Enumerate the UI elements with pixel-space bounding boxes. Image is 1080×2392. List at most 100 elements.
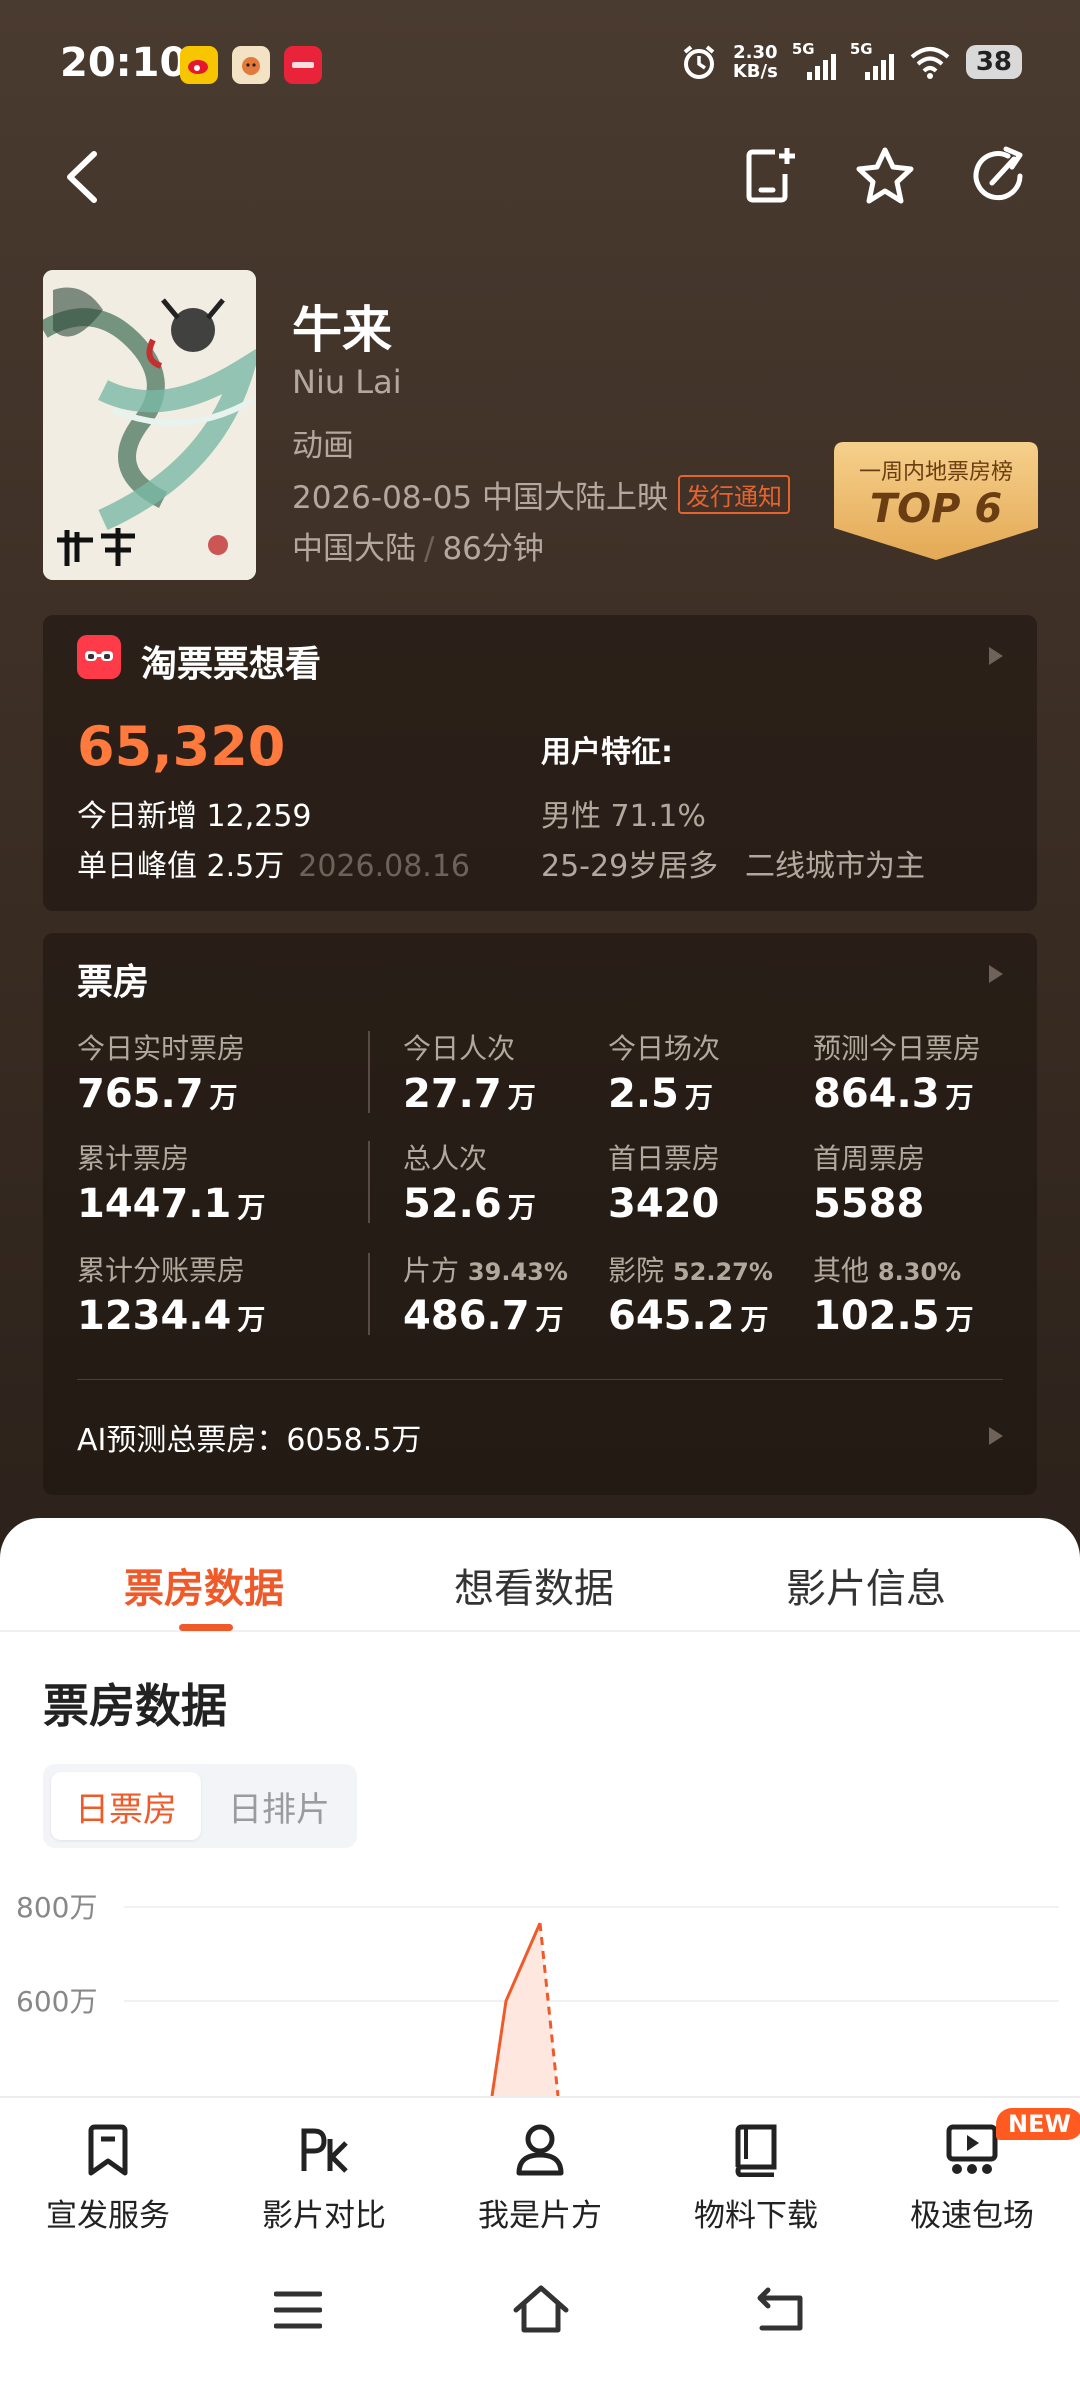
movie-english-title: Niu Lai xyxy=(292,363,402,401)
play-arrow-icon xyxy=(989,1427,1003,1445)
bo-split-cumulative: 累计分账票房 1234.4 万 xyxy=(77,1254,266,1339)
bo-cumulative: 累计票房 1447.1 万 xyxy=(77,1142,266,1227)
chevron-left-icon xyxy=(67,151,97,203)
return-icon xyxy=(757,2287,803,2331)
back-nav-button[interactable] xyxy=(756,2286,806,2336)
material-download-button[interactable]: 物料下载 xyxy=(666,2120,846,2235)
movie-release: 2026-08-05 中国大陆上映 发行通知 xyxy=(292,472,791,517)
tool-label: 极速包场 xyxy=(910,2198,1034,2234)
rank-badge-value: TOP 6 xyxy=(869,486,1003,532)
alarm-icon xyxy=(683,45,715,79)
bo-today-shows: 今日场次 2.5 万 xyxy=(608,1032,721,1117)
box-office-card[interactable]: 票房 今日实时票房 765.7 万 今日人次 27.7 万 今日场次 2.5 万 预测… xyxy=(43,933,1037,1495)
bo-first-day: 首日票房 3420 xyxy=(608,1142,721,1227)
bo-first-week: 首周票房 5588 xyxy=(813,1142,926,1227)
user-features-label: 用户特征: xyxy=(541,735,673,770)
want-to-see-card[interactable]: 淘票票想看 65,320 今日新增 12,259 单日峰值 2.5万 2026.0… xyxy=(43,615,1037,911)
bo-producer-share: 片方 39.43% 486.7 万 xyxy=(403,1254,568,1339)
tab-box-office-data[interactable]: 票房数据 xyxy=(124,1556,284,1614)
battery-indicator: 38 xyxy=(965,45,1022,79)
tool-label: 物料下载 xyxy=(694,2198,818,2234)
wifi-icon xyxy=(910,47,950,79)
tab-want-data[interactable]: 想看数据 xyxy=(454,1556,614,1614)
system-navigation-bar xyxy=(0,2232,1080,2392)
movie-duration: 86分钟 xyxy=(442,531,544,567)
red-app-icon xyxy=(284,46,322,84)
user-gender: 男性 71.1% xyxy=(541,799,706,834)
bo-today-forecast: 预测今日票房 864.3 万 xyxy=(813,1032,982,1117)
home-button[interactable] xyxy=(512,2284,570,2338)
share-icon xyxy=(973,146,1023,201)
want-peak-date: 2026.08.16 xyxy=(298,849,471,884)
status-bar: 20:10 2.30 KB/s 5G 5G 38 xyxy=(0,0,1080,130)
bo-cinema-share: 影院 52.27% 645.2 万 xyxy=(608,1254,773,1339)
tool-label: 宣发服务 xyxy=(46,2198,170,2234)
divider xyxy=(368,1031,370,1113)
header-actions xyxy=(740,145,1030,207)
signal-icon: 5G xyxy=(792,40,836,82)
app-face-icon xyxy=(232,46,270,84)
section-title: 票房数据 xyxy=(43,1679,227,1733)
bo-other-share: 其他 8.30% 102.5 万 xyxy=(813,1254,974,1339)
star-icon xyxy=(856,147,914,204)
book-icon xyxy=(735,2124,777,2177)
weibo-icon xyxy=(180,46,218,84)
want-today-new: 今日新增 12,259 xyxy=(77,799,312,834)
promo-service-button[interactable]: 宣发服务 xyxy=(18,2120,198,2235)
rank-badge[interactable]: 一周内地票房榜 TOP 6 xyxy=(834,442,1038,560)
box-office-chart: 800万 600万 xyxy=(0,1886,1080,2096)
net-speed: 2.30 KB/s xyxy=(732,42,778,82)
movie-poster[interactable] xyxy=(43,270,256,580)
segment-control: 日票房 日排片 xyxy=(43,1764,357,1848)
want-peak-row: 单日峰值 2.5万 2026.08.16 xyxy=(77,841,470,885)
ai-forecast-total[interactable]: AI预测总票房：6058.5万 xyxy=(77,1415,421,1459)
status-time: 20:10 xyxy=(60,40,188,86)
segment-daily-box-office[interactable]: 日票房 xyxy=(51,1772,201,1840)
bo-today-admissions: 今日人次 27.7 万 xyxy=(403,1032,536,1117)
tool-label: 影片对比 xyxy=(262,2198,386,2234)
menu-icon xyxy=(273,2291,323,2329)
signal-icon: 5G xyxy=(850,40,894,82)
menu-button[interactable] xyxy=(273,2290,323,2334)
rank-badge-caption: 一周内地票房榜 xyxy=(858,460,1013,485)
divider xyxy=(77,1379,1003,1380)
release-date: 2026-08-05 中国大陆上映 xyxy=(292,480,669,516)
new-badge: NEW xyxy=(996,2108,1080,2140)
add-note-icon xyxy=(746,148,795,203)
box-office-title: 票房 xyxy=(77,962,150,1003)
want-total-count: 65,320 xyxy=(77,715,286,778)
favorite-button[interactable] xyxy=(854,145,916,207)
status-indicators: 2.30 KB/s 5G 5G 38 xyxy=(679,40,1022,82)
movie-region: 中国大陆 xyxy=(292,531,416,567)
want-card-title: 淘票票想看 xyxy=(141,644,322,685)
share-button[interactable] xyxy=(968,145,1030,207)
poster-artwork xyxy=(43,270,256,580)
user-city: 二线城市为主 xyxy=(745,849,925,884)
tool-label: 我是片方 xyxy=(478,2198,602,2234)
movie-genre: 动画 xyxy=(292,428,354,464)
divider xyxy=(368,1253,370,1335)
user-age: 25-29岁居多 xyxy=(541,849,719,884)
taopiaopiao-logo-icon xyxy=(77,635,121,679)
divider xyxy=(368,1141,370,1223)
play-arrow-icon xyxy=(989,965,1003,983)
bo-total-admissions: 总人次 52.6 万 xyxy=(403,1142,536,1227)
back-button[interactable] xyxy=(60,150,104,204)
add-note-button[interactable] xyxy=(740,145,802,207)
chart-plot xyxy=(490,1922,560,2096)
movie-meta: 中国大陆/86分钟 xyxy=(292,523,544,568)
producer-button[interactable]: 我是片方 xyxy=(450,2120,630,2235)
play-arrow-icon xyxy=(989,647,1003,665)
movie-compare-button[interactable]: 影片对比 xyxy=(234,2120,414,2235)
bookmark-icon xyxy=(88,2124,128,2176)
movie-title: 牛来 xyxy=(292,301,392,359)
tab-bar: 票房数据 想看数据 影片信息 xyxy=(0,1518,1080,1632)
meta-divider: / xyxy=(424,531,435,567)
bo-today-realtime: 今日实时票房 765.7 万 xyxy=(77,1032,246,1117)
release-notice-button[interactable]: 发行通知 xyxy=(678,475,791,514)
home-icon xyxy=(513,2285,569,2333)
tab-movie-info[interactable]: 影片信息 xyxy=(786,1556,946,1614)
pk-icon xyxy=(301,2128,348,2173)
segment-daily-schedule[interactable]: 日排片 xyxy=(209,1772,349,1840)
active-tab-indicator xyxy=(179,1624,233,1631)
